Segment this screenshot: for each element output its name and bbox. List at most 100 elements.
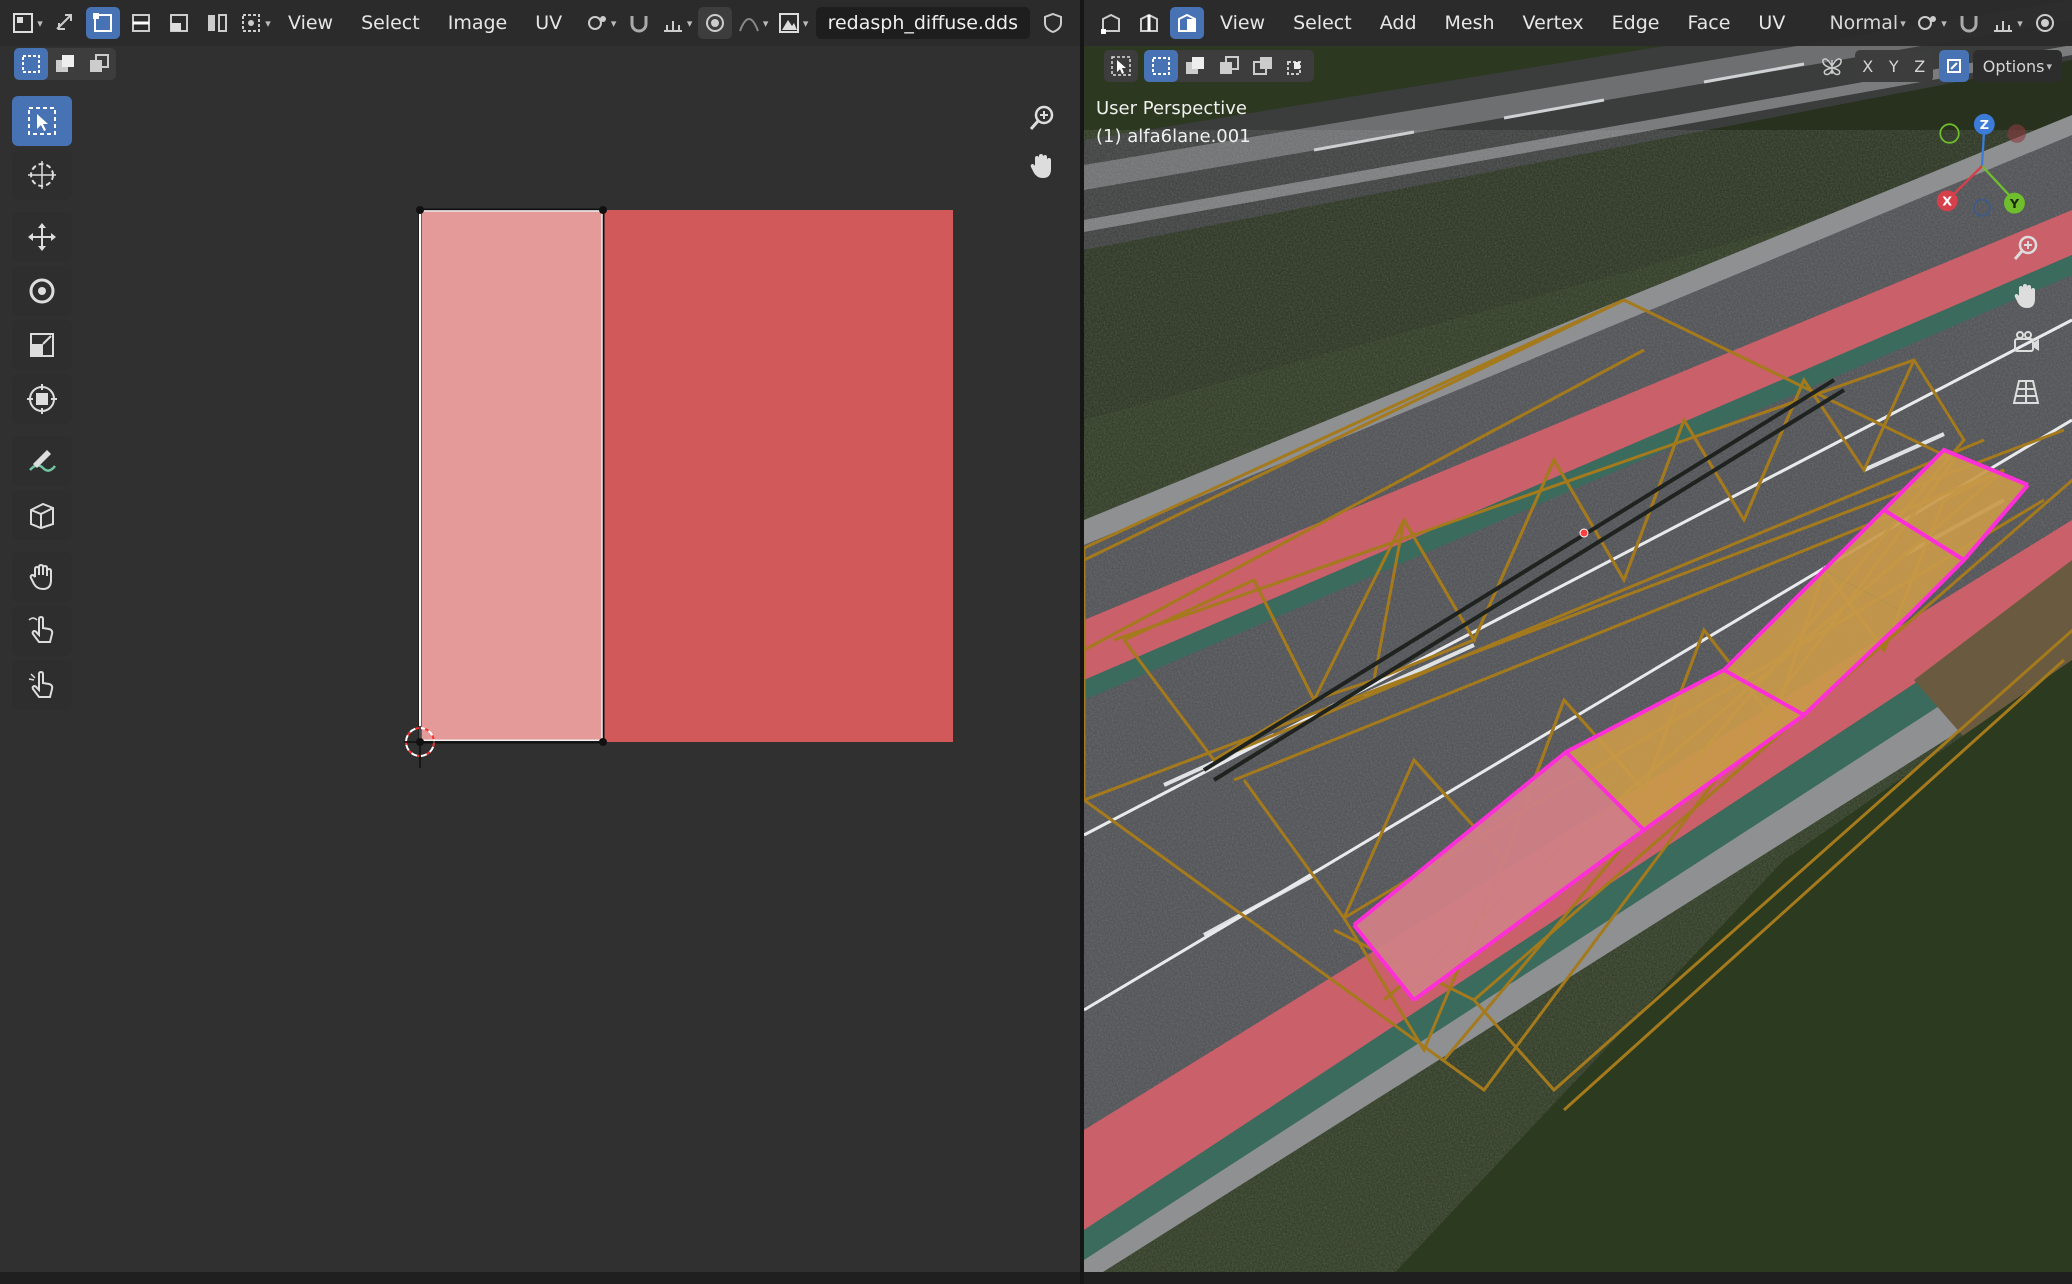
mirror-z-button[interactable]: Z (1907, 50, 1933, 82)
uv-toolbar (12, 96, 74, 714)
vp-camera-button[interactable] (2004, 322, 2048, 366)
vp-snap-toggle[interactable] (1952, 7, 1986, 39)
falloff-curve-icon (738, 18, 759, 32)
move-tool[interactable] (12, 212, 72, 262)
falloff-dropdown[interactable]: ▾ (736, 7, 770, 39)
vp-menu-mesh[interactable]: Mesh (1431, 12, 1509, 34)
proportional-edit-icon (2036, 14, 2054, 32)
face-select-mode-button[interactable] (1170, 7, 1204, 39)
select-box-icon (28, 107, 56, 135)
uv-edge-select-button[interactable] (124, 7, 158, 39)
vertex-mode-icon (1101, 13, 1120, 34)
uv-menu-image[interactable]: Image (434, 12, 522, 34)
vp-zoom-button[interactable] (2004, 226, 2048, 270)
rip-tool[interactable] (12, 490, 72, 540)
transform-icon (27, 384, 57, 414)
vp-menu-vertex[interactable]: Vertex (1509, 12, 1598, 34)
sticky-selection-dropdown[interactable]: ▾ (238, 7, 272, 39)
uv-texture (420, 210, 953, 742)
auto-merge-toggle[interactable] (1938, 50, 1969, 82)
3d-viewport-area[interactable]: View Select Add Mesh Vertex Edge Face UV… (1084, 0, 2072, 1284)
transform-tool[interactable] (12, 374, 72, 424)
vp-menu-edge[interactable]: Edge (1598, 12, 1674, 34)
uv-island-select-button[interactable] (200, 7, 234, 39)
image-name-field[interactable]: redasph_diffuse.dds (815, 7, 1030, 39)
vp-select-subtract-button[interactable] (1212, 50, 1246, 82)
vp-select-intersect-button[interactable] (1280, 50, 1314, 82)
pinch-tool[interactable] (12, 660, 72, 710)
uv-menu-select[interactable]: Select (347, 12, 434, 34)
cursor-icon (28, 161, 56, 189)
scale-icon (30, 333, 54, 357)
select-subtract-button[interactable] (82, 48, 116, 80)
select-box-tool[interactable] (12, 96, 72, 146)
mirror-y-button[interactable]: Y (1881, 50, 1907, 82)
rotate-tool[interactable] (12, 266, 72, 316)
object-origin (1579, 528, 1589, 538)
uv-zoom-button[interactable] (1020, 96, 1064, 140)
orientation-dropdown[interactable]: Normal ▾ (1819, 7, 1910, 39)
select-new-button[interactable] (14, 48, 48, 80)
cursor-tool[interactable] (12, 150, 72, 200)
snap-toggle[interactable] (622, 7, 656, 39)
vp-ortho-toggle-button[interactable] (2004, 370, 2048, 414)
vp-pivot-dropdown[interactable]: ▾ (1914, 7, 1948, 39)
uv-bottom-strip (0, 1272, 1080, 1284)
sync-selection-toggle[interactable] (48, 7, 82, 39)
gizmo-neg-z[interactable] (1973, 198, 1991, 217)
vp-menu-uv[interactable]: UV (1744, 12, 1799, 34)
grab-tool[interactable] (12, 552, 72, 602)
camera-icon (2014, 331, 2039, 352)
annotate-tool[interactable] (12, 436, 72, 486)
edge-select-icon (132, 14, 150, 32)
viewport-tool-header: X Y Z Options ▾ (1092, 48, 2072, 84)
pivot-dropdown[interactable]: ▾ (584, 7, 618, 39)
uv-editor-area[interactable]: ▾ ▾ View Select Image UV ▾ ▾ ▾ ▾ redasph… (0, 0, 1080, 1284)
editor-type-button[interactable]: ▾ (10, 7, 44, 39)
options-dropdown[interactable]: Options ▾ (1972, 50, 2062, 82)
active-tool-button[interactable] (1104, 50, 1138, 82)
uv-face-select-button[interactable] (162, 7, 196, 39)
snap-target-dropdown[interactable]: ▾ (660, 7, 694, 39)
relax-tool[interactable] (12, 606, 72, 656)
fake-user-button[interactable] (1036, 7, 1070, 39)
edge-mode-icon (1140, 13, 1158, 32)
vp-menu-add[interactable]: Add (1366, 12, 1431, 34)
gizmo-neg-x[interactable] (2007, 124, 2027, 143)
navigation-gizmo[interactable]: Z Y X (1924, 108, 2040, 224)
vp-proportional-edit-toggle[interactable] (2028, 7, 2062, 39)
proportional-edit-toggle[interactable] (697, 7, 732, 39)
gizmo-neg-y[interactable] (1939, 123, 1960, 144)
vertex-select-mode-button[interactable] (1094, 7, 1128, 39)
vp-snap-target-dropdown[interactable]: ▾ (1990, 7, 2024, 39)
image-browse-dropdown[interactable]: ▾ (776, 7, 810, 39)
vp-select-new-button[interactable] (1144, 50, 1178, 82)
vp-bottom-strip (1084, 1272, 2072, 1284)
zoom-icon (1029, 105, 1054, 130)
hand-icon (2014, 284, 2035, 308)
vp-menu-face[interactable]: Face (1673, 12, 1744, 34)
uv-vertex-select-button[interactable] (86, 7, 120, 39)
mirror-toggle[interactable] (1815, 50, 1849, 82)
sticky-select-icon (242, 14, 261, 32)
vp-select-extend-button[interactable] (1178, 50, 1212, 82)
uv-menu-view[interactable]: View (274, 12, 347, 34)
uv-pan-button[interactable] (1020, 144, 1064, 188)
scale-tool[interactable] (12, 320, 72, 370)
select-intersect-icon (1287, 61, 1301, 75)
edge-select-mode-button[interactable] (1132, 7, 1166, 39)
uv-menu-uv[interactable]: UV (521, 12, 576, 34)
gizmo-x-label: X (1942, 194, 1952, 209)
vp-menu-view[interactable]: View (1206, 12, 1279, 34)
mirror-x-button[interactable]: X (1855, 50, 1881, 82)
vp-menu-select[interactable]: Select (1279, 12, 1366, 34)
vp-select-invert-button[interactable] (1246, 50, 1280, 82)
butterfly-icon (1821, 58, 1842, 76)
orientation-label: Normal (1829, 12, 1899, 34)
uv-canvas[interactable] (0, 0, 1080, 1284)
face-mode-icon (1178, 13, 1196, 32)
vp-pan-button[interactable] (2004, 274, 2048, 318)
2d-cursor[interactable] (404, 726, 436, 768)
select-extend-button[interactable] (48, 48, 82, 80)
proportional-edit-icon (705, 14, 724, 32)
